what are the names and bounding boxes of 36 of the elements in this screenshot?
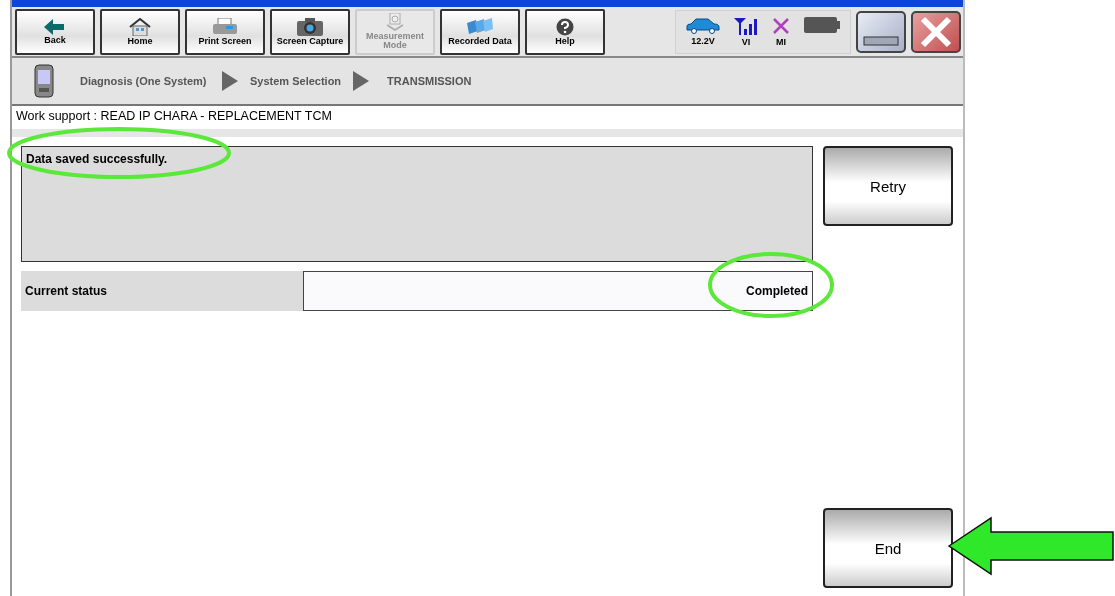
toolbar-button[interactable]: Recorded Data bbox=[440, 8, 520, 55]
work-support-title: Work support : READ IP CHARA - REPLACEMENT TCM bbox=[15, 108, 333, 125]
folders-icon bbox=[466, 17, 494, 36]
breadcrumb-item[interactable]: System Selection bbox=[250, 75, 342, 87]
message-text: Data saved successfully. bbox=[26, 152, 168, 166]
triangle-icon bbox=[353, 71, 370, 91]
car-icon bbox=[686, 17, 720, 34]
camera-icon bbox=[296, 17, 324, 36]
printer-icon bbox=[211, 17, 239, 36]
retry-button[interactable]: Retry bbox=[823, 146, 953, 226]
status-label: MI bbox=[776, 36, 786, 47]
cross-icon bbox=[772, 16, 790, 35]
status-label: VI bbox=[741, 36, 751, 47]
handheld-device-icon bbox=[34, 64, 54, 98]
toolbar-button[interactable]: Home bbox=[100, 8, 180, 55]
end-button[interactable]: End bbox=[823, 508, 953, 588]
toolbar-button[interactable]: Help bbox=[525, 8, 605, 55]
toolbar-button[interactable]: Screen Capture bbox=[270, 8, 350, 55]
minimize-button[interactable] bbox=[856, 10, 906, 53]
meter-icon bbox=[384, 13, 406, 31]
close-button[interactable] bbox=[911, 10, 961, 53]
breadcrumb-item[interactable]: TRANSMISSION bbox=[387, 75, 472, 87]
back-arrow-icon bbox=[44, 18, 66, 35]
status-label: 12.2V bbox=[691, 35, 715, 46]
triangle-icon bbox=[222, 71, 238, 91]
signal-icon bbox=[734, 16, 758, 35]
toolbar-button[interactable]: Back bbox=[15, 8, 95, 55]
status-value-field: Completed bbox=[303, 271, 813, 311]
toolbar-button[interactable]: Print Screen bbox=[185, 8, 265, 55]
battery-icon bbox=[804, 16, 840, 33]
house-icon bbox=[128, 17, 152, 36]
breadcrumb-item[interactable]: Diagnosis (One System) bbox=[80, 75, 210, 87]
status-label-cell: Current status bbox=[21, 271, 303, 311]
close-icon bbox=[919, 14, 953, 49]
help-icon bbox=[556, 17, 574, 36]
minimize-icon bbox=[863, 35, 899, 46]
